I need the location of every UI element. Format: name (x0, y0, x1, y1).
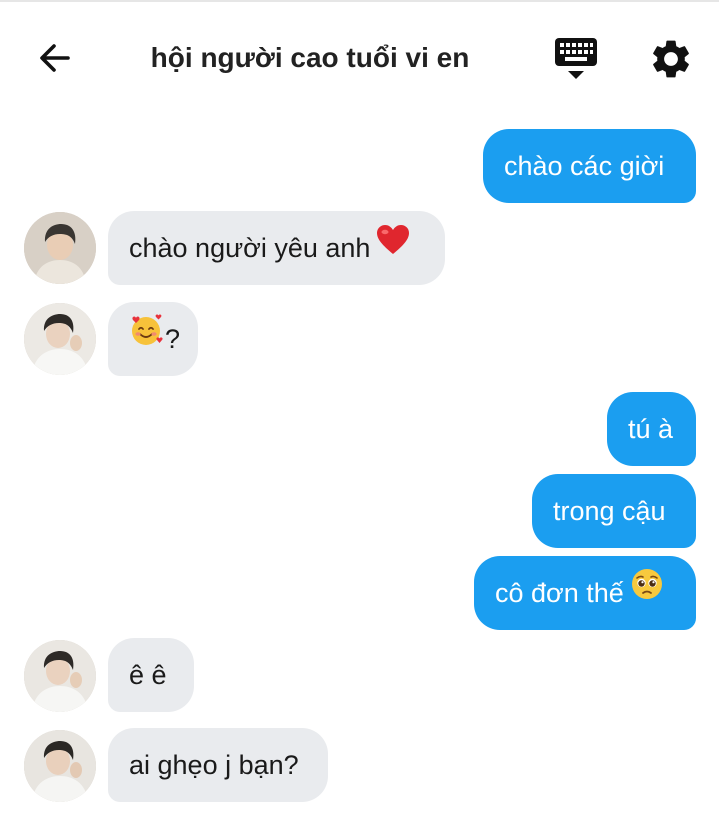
message-text: tú à (628, 414, 674, 444)
smiling-face-with-hearts-icon (129, 301, 163, 375)
red-heart-icon (376, 210, 410, 284)
received-message[interactable]: ê ê (108, 638, 194, 712)
received-message[interactable]: ai ghẹo j bạn? (108, 728, 328, 802)
message-text: chào các giời (504, 151, 665, 181)
message-text: chào người yêu anh (129, 233, 371, 263)
avatar-photo (24, 640, 96, 712)
message-text: ? (165, 324, 181, 354)
keyboard-icon (555, 38, 597, 79)
message-text: ê ê (129, 660, 167, 690)
message-text: trong cậu (553, 496, 666, 526)
arrow-left-icon (40, 44, 70, 72)
chat-header: hội người cao tuổi vi en (0, 2, 719, 110)
settings-button[interactable] (648, 36, 694, 82)
avatar-photo (24, 303, 96, 375)
sent-message[interactable]: trong cậu (532, 474, 696, 548)
avatar[interactable] (24, 303, 96, 375)
sent-message[interactable]: chào các giời (483, 129, 696, 203)
avatar[interactable] (24, 212, 96, 284)
avatar-photo (24, 730, 96, 802)
avatar[interactable] (24, 730, 96, 802)
message-text: cô đơn thế (495, 578, 624, 608)
chat-title: hội người cao tuổi vi en (150, 42, 470, 73)
avatar-photo (24, 212, 96, 284)
message-text: ai ghẹo j bạn? (129, 750, 299, 780)
received-message[interactable]: ? (108, 302, 198, 376)
received-message[interactable]: chào người yêu anh (108, 211, 445, 285)
pleading-face-icon (630, 555, 664, 629)
keyboard-button[interactable] (552, 36, 600, 82)
back-button[interactable] (34, 36, 78, 80)
gear-icon (653, 40, 689, 78)
sent-message[interactable]: cô đơn thế (474, 556, 696, 630)
avatar[interactable] (24, 640, 96, 712)
sent-message[interactable]: tú à (607, 392, 696, 466)
